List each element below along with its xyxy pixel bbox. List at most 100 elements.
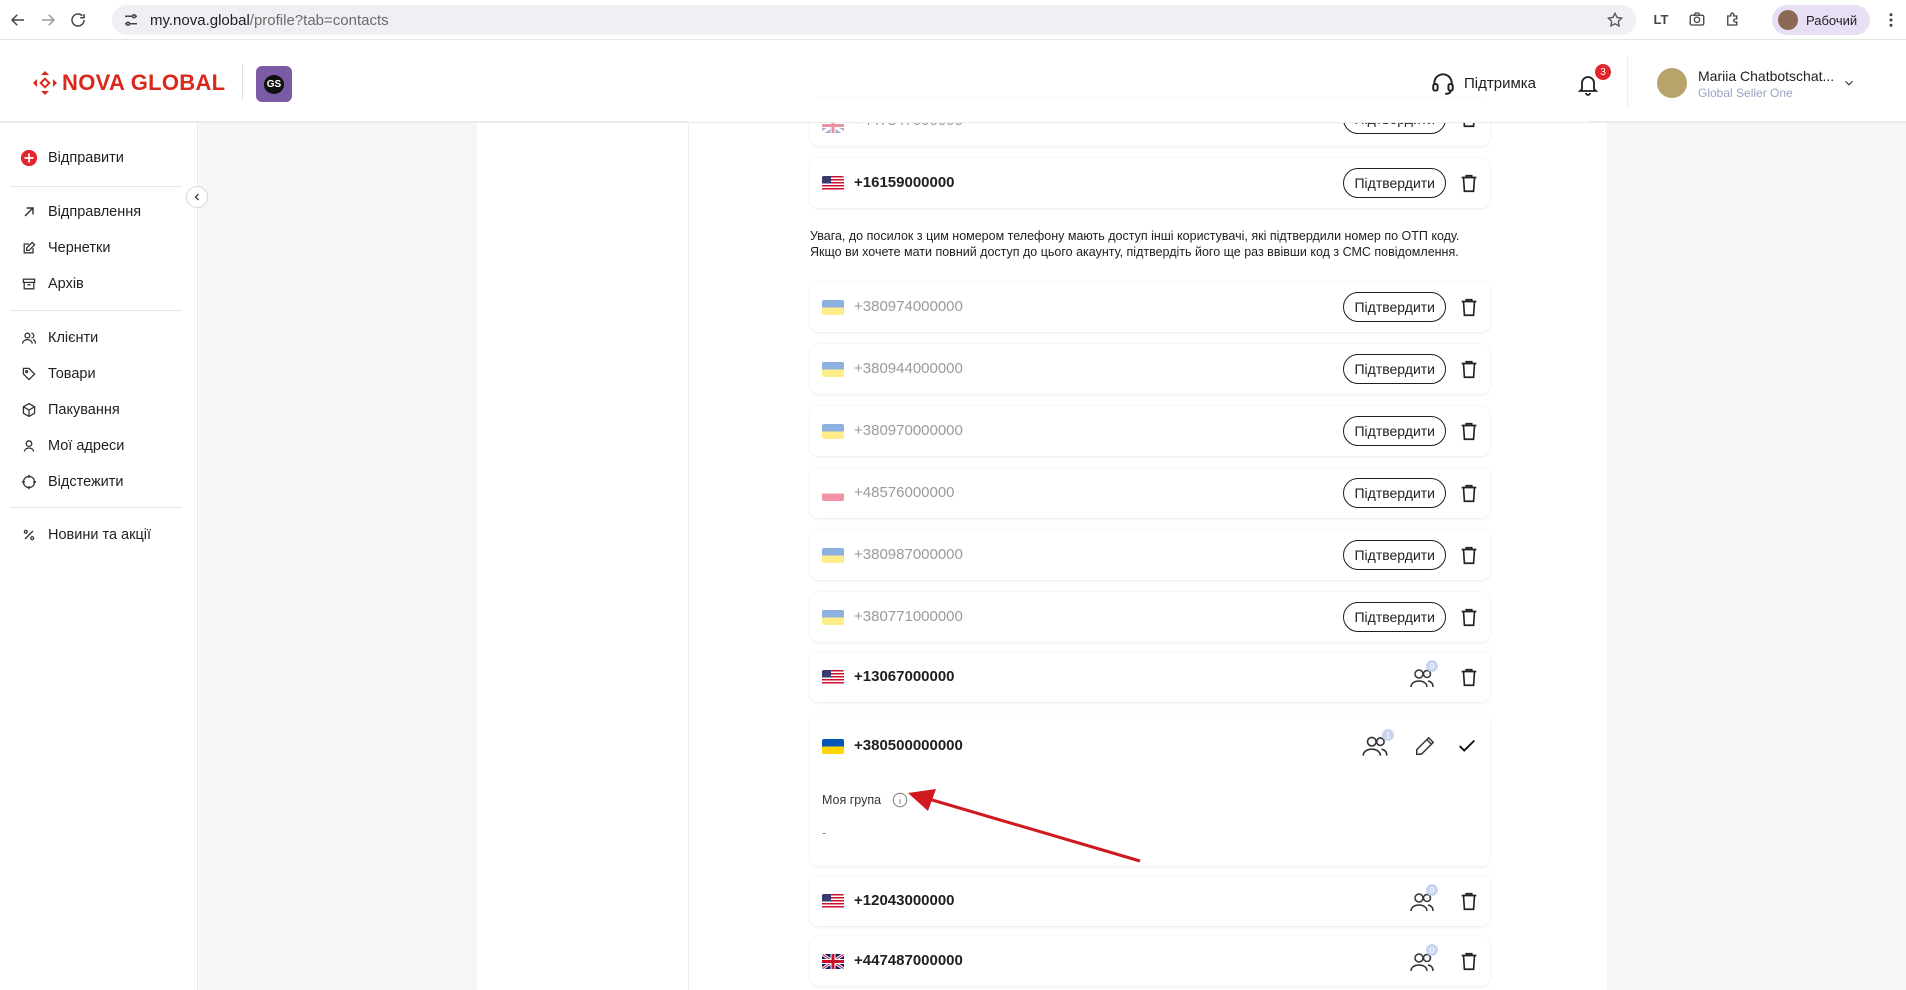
- sidebar-item-label: Товари: [48, 366, 96, 382]
- trash-icon[interactable]: [1458, 665, 1480, 689]
- sidebar-item-label: Чернетки: [48, 240, 111, 256]
- global-seller-badge[interactable]: GS: [256, 66, 292, 102]
- pencil-icon[interactable]: [1414, 735, 1436, 757]
- browser-profile-label: Рабочий: [1806, 12, 1858, 28]
- sidebar-item-track[interactable]: Відстежити: [20, 473, 124, 491]
- contact-phone: +16159000000: [854, 174, 955, 191]
- browser-profile-avatar: [1778, 10, 1798, 30]
- sidebar: Відправити Відправлення Чернетки Архів К…: [0, 123, 198, 990]
- sidebar-item-label: Пакування: [48, 402, 120, 418]
- sidebar-item-label: Відправлення: [48, 204, 142, 220]
- sidebar-item-packaging[interactable]: Пакування: [20, 401, 120, 419]
- trash-icon[interactable]: [1458, 419, 1480, 443]
- flag-ua-icon: [822, 548, 844, 563]
- contact-row-unverified: +380970000000 Підтвердити: [810, 406, 1490, 456]
- contact-phone: +447487000000: [854, 952, 963, 969]
- trash-icon[interactable]: [1458, 295, 1480, 319]
- sidebar-item-label: Відправити: [48, 150, 124, 166]
- flag-ua-icon: [822, 610, 844, 625]
- user-avatar[interactable]: [1657, 68, 1687, 98]
- shared-users-count: 0: [1426, 884, 1438, 896]
- confirm-button[interactable]: Підтвердити: [1343, 168, 1446, 198]
- sidebar-item-addresses[interactable]: Мої адреси: [20, 437, 124, 455]
- browser-menu-icon[interactable]: [1882, 10, 1900, 30]
- contact-row: +12043000000 0: [810, 876, 1490, 926]
- extensions-puzzle-icon[interactable]: [1722, 8, 1744, 30]
- chevron-down-icon[interactable]: [1842, 76, 1856, 90]
- trash-icon[interactable]: [1458, 357, 1480, 381]
- confirm-button[interactable]: Підтвердити: [1343, 292, 1446, 322]
- group-value: -: [822, 825, 827, 840]
- group-label-text: Моя група: [822, 793, 882, 807]
- user-name[interactable]: Mariia Chatbotschat...: [1698, 68, 1834, 84]
- sidebar-item-shipments[interactable]: Відправлення: [20, 203, 141, 221]
- sidebar-divider: [10, 507, 182, 508]
- browser-toolbar: my.nova.global/profile?tab=contacts LT Р…: [0, 0, 1906, 40]
- camera-icon[interactable]: [1686, 8, 1708, 30]
- users-icon: [20, 329, 38, 347]
- chevron-left-icon: [194, 193, 199, 201]
- contact-phone: +380987000000: [854, 546, 963, 563]
- back-icon[interactable]: [6, 8, 30, 32]
- confirm-button[interactable]: Підтвердити: [1343, 354, 1446, 384]
- trash-icon[interactable]: [1458, 949, 1480, 973]
- shared-access-warning: Увага, до посилок з цим номером телефону…: [810, 229, 1460, 259]
- check-icon[interactable]: [1456, 735, 1478, 757]
- contact-phone: +380970000000: [854, 422, 963, 439]
- sidebar-item-label: Клієнти: [48, 330, 99, 346]
- flag-ua-icon: [822, 424, 844, 439]
- confirm-button[interactable]: Підтвердити: [1343, 602, 1446, 632]
- target-track-icon: [20, 473, 38, 491]
- logo-divider: [242, 64, 243, 100]
- notifications-count-badge: 3: [1595, 64, 1611, 80]
- contact-phone: +48576000000: [854, 484, 955, 501]
- nova-logo-mark-icon: [33, 71, 57, 95]
- flag-ua-icon: [822, 739, 844, 754]
- address-bar[interactable]: my.nova.global/profile?tab=contacts: [112, 5, 1636, 35]
- sidebar-item-news[interactable]: Новини та акції: [20, 526, 151, 544]
- sidebar-divider: [10, 186, 182, 187]
- trash-icon[interactable]: [1458, 171, 1480, 195]
- trash-icon[interactable]: [1458, 605, 1480, 629]
- translate-extension-icon[interactable]: LT: [1650, 8, 1672, 30]
- contact-row-unverified: +380944000000 Підтвердити: [810, 344, 1490, 394]
- support-link[interactable]: Підтримка: [1430, 70, 1536, 96]
- flag-pl-icon: [822, 486, 844, 501]
- contact-phone: +12043000000: [854, 892, 955, 909]
- forward-icon[interactable]: [36, 8, 60, 32]
- archive-box-icon: [20, 275, 38, 293]
- bookmark-star-icon[interactable]: [1606, 11, 1624, 29]
- edit-note-icon: [20, 239, 38, 257]
- confirm-button[interactable]: Підтвердити: [1343, 540, 1446, 570]
- trash-icon[interactable]: [1458, 889, 1480, 913]
- tag-icon: [20, 365, 38, 383]
- percent-icon: [20, 526, 38, 544]
- sidebar-item-goods[interactable]: Товари: [20, 365, 96, 383]
- browser-profile-chip[interactable]: Рабочий: [1772, 5, 1870, 35]
- sidebar-collapse-button[interactable]: [186, 186, 208, 208]
- info-icon[interactable]: [891, 791, 909, 809]
- site-settings-icon[interactable]: [122, 11, 140, 29]
- sidebar-item-clients[interactable]: Клієнти: [20, 329, 98, 347]
- scroll-clip: [688, 98, 1588, 123]
- plus-circle-icon: [20, 149, 38, 167]
- nova-global-logo[interactable]: NOVA GLOBAL: [32, 70, 225, 96]
- group-label: Моя група: [822, 791, 909, 809]
- header-divider: [1627, 56, 1628, 108]
- sidebar-item-label: Мої адреси: [48, 438, 125, 454]
- trash-icon[interactable]: [1458, 543, 1480, 567]
- profile-tabs-divider: [688, 123, 689, 990]
- trash-icon[interactable]: [1458, 481, 1480, 505]
- sidebar-item-archive[interactable]: Архів: [20, 275, 84, 293]
- contact-phone: +380944000000: [854, 360, 963, 377]
- confirm-button[interactable]: Підтвердити: [1343, 416, 1446, 446]
- sidebar-item-drafts[interactable]: Чернетки: [20, 239, 110, 257]
- header-bottom-border: [0, 122, 1906, 123]
- sidebar-item-label: Архів: [48, 276, 84, 292]
- sidebar-item-send[interactable]: Відправити: [20, 149, 124, 167]
- url-path: /profile?tab=contacts: [249, 11, 389, 29]
- reload-icon[interactable]: [66, 8, 90, 32]
- flag-us-icon: [822, 894, 844, 909]
- confirm-button[interactable]: Підтвердити: [1343, 478, 1446, 508]
- flag-ua-icon: [822, 362, 844, 377]
